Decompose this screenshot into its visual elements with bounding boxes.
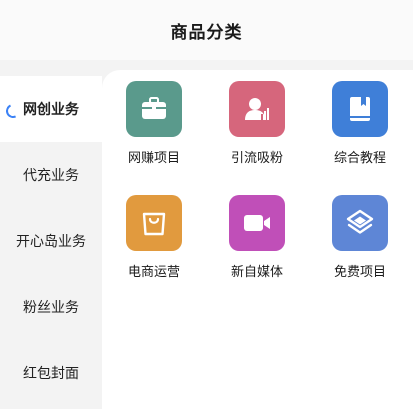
grid-item-label: 综合教程 xyxy=(333,151,386,166)
layers-icon xyxy=(346,209,374,234)
tile xyxy=(229,195,285,251)
grid-item-label: 引流吸粉 xyxy=(230,151,283,166)
page-header: 商品分类 xyxy=(0,0,413,60)
sidebar-item-happy-island-business[interactable]: 开心岛业务 xyxy=(0,208,102,274)
grid-item-label: 网赚项目 xyxy=(127,151,180,166)
sidebar-item-label: 红包封面 xyxy=(23,366,79,382)
tile xyxy=(126,195,182,251)
grid-item-label: 免费项目 xyxy=(333,265,386,280)
tile xyxy=(332,195,388,251)
user-chart-icon xyxy=(245,98,269,120)
sidebar-item-label: 粉丝业务 xyxy=(23,300,79,316)
category-grid: 网赚项目 引流吸粉 综合教程 电商运营 新自媒体 免费项目 xyxy=(102,70,413,409)
tile xyxy=(229,81,285,137)
category-body: 网创业务 代充业务 开心岛业务 粉丝业务 红包封面 网赚项目 引流吸粉 综合教程… xyxy=(0,60,413,409)
briefcase-icon xyxy=(142,97,166,119)
category-sidebar: 网创业务 代充业务 开心岛业务 粉丝业务 红包封面 xyxy=(0,60,102,409)
tile xyxy=(126,81,182,137)
grid-item-free-projects[interactable]: 免费项目 xyxy=(315,195,405,295)
sidebar-item-label: 开心岛业务 xyxy=(16,234,86,250)
sidebar-item-label: 代充业务 xyxy=(23,168,79,184)
sidebar-item-recharge-business[interactable]: 代充业务 xyxy=(0,142,102,208)
grid-item-ecommerce[interactable]: 电商运营 xyxy=(109,195,199,295)
tile xyxy=(332,81,388,137)
grid-item-tutorials[interactable]: 综合教程 xyxy=(315,81,405,181)
page-title: 商品分类 xyxy=(170,22,243,43)
grid-item-label: 电商运营 xyxy=(127,265,180,280)
video-camera-icon xyxy=(244,215,270,231)
grid-item-label: 新自媒体 xyxy=(230,265,283,280)
grid-item-online-earning[interactable]: 网赚项目 xyxy=(109,81,199,181)
sidebar-item-label: 网创业务 xyxy=(23,102,79,118)
shopping-bag-icon xyxy=(142,212,166,236)
grid-item-traffic-fans[interactable]: 引流吸粉 xyxy=(212,81,302,181)
book-icon xyxy=(350,97,370,121)
grid-item-new-media[interactable]: 新自媒体 xyxy=(212,195,302,295)
sidebar-item-fans-business[interactable]: 粉丝业务 xyxy=(0,274,102,340)
sidebar-item-red-packet-cover[interactable]: 红包封面 xyxy=(0,340,102,406)
